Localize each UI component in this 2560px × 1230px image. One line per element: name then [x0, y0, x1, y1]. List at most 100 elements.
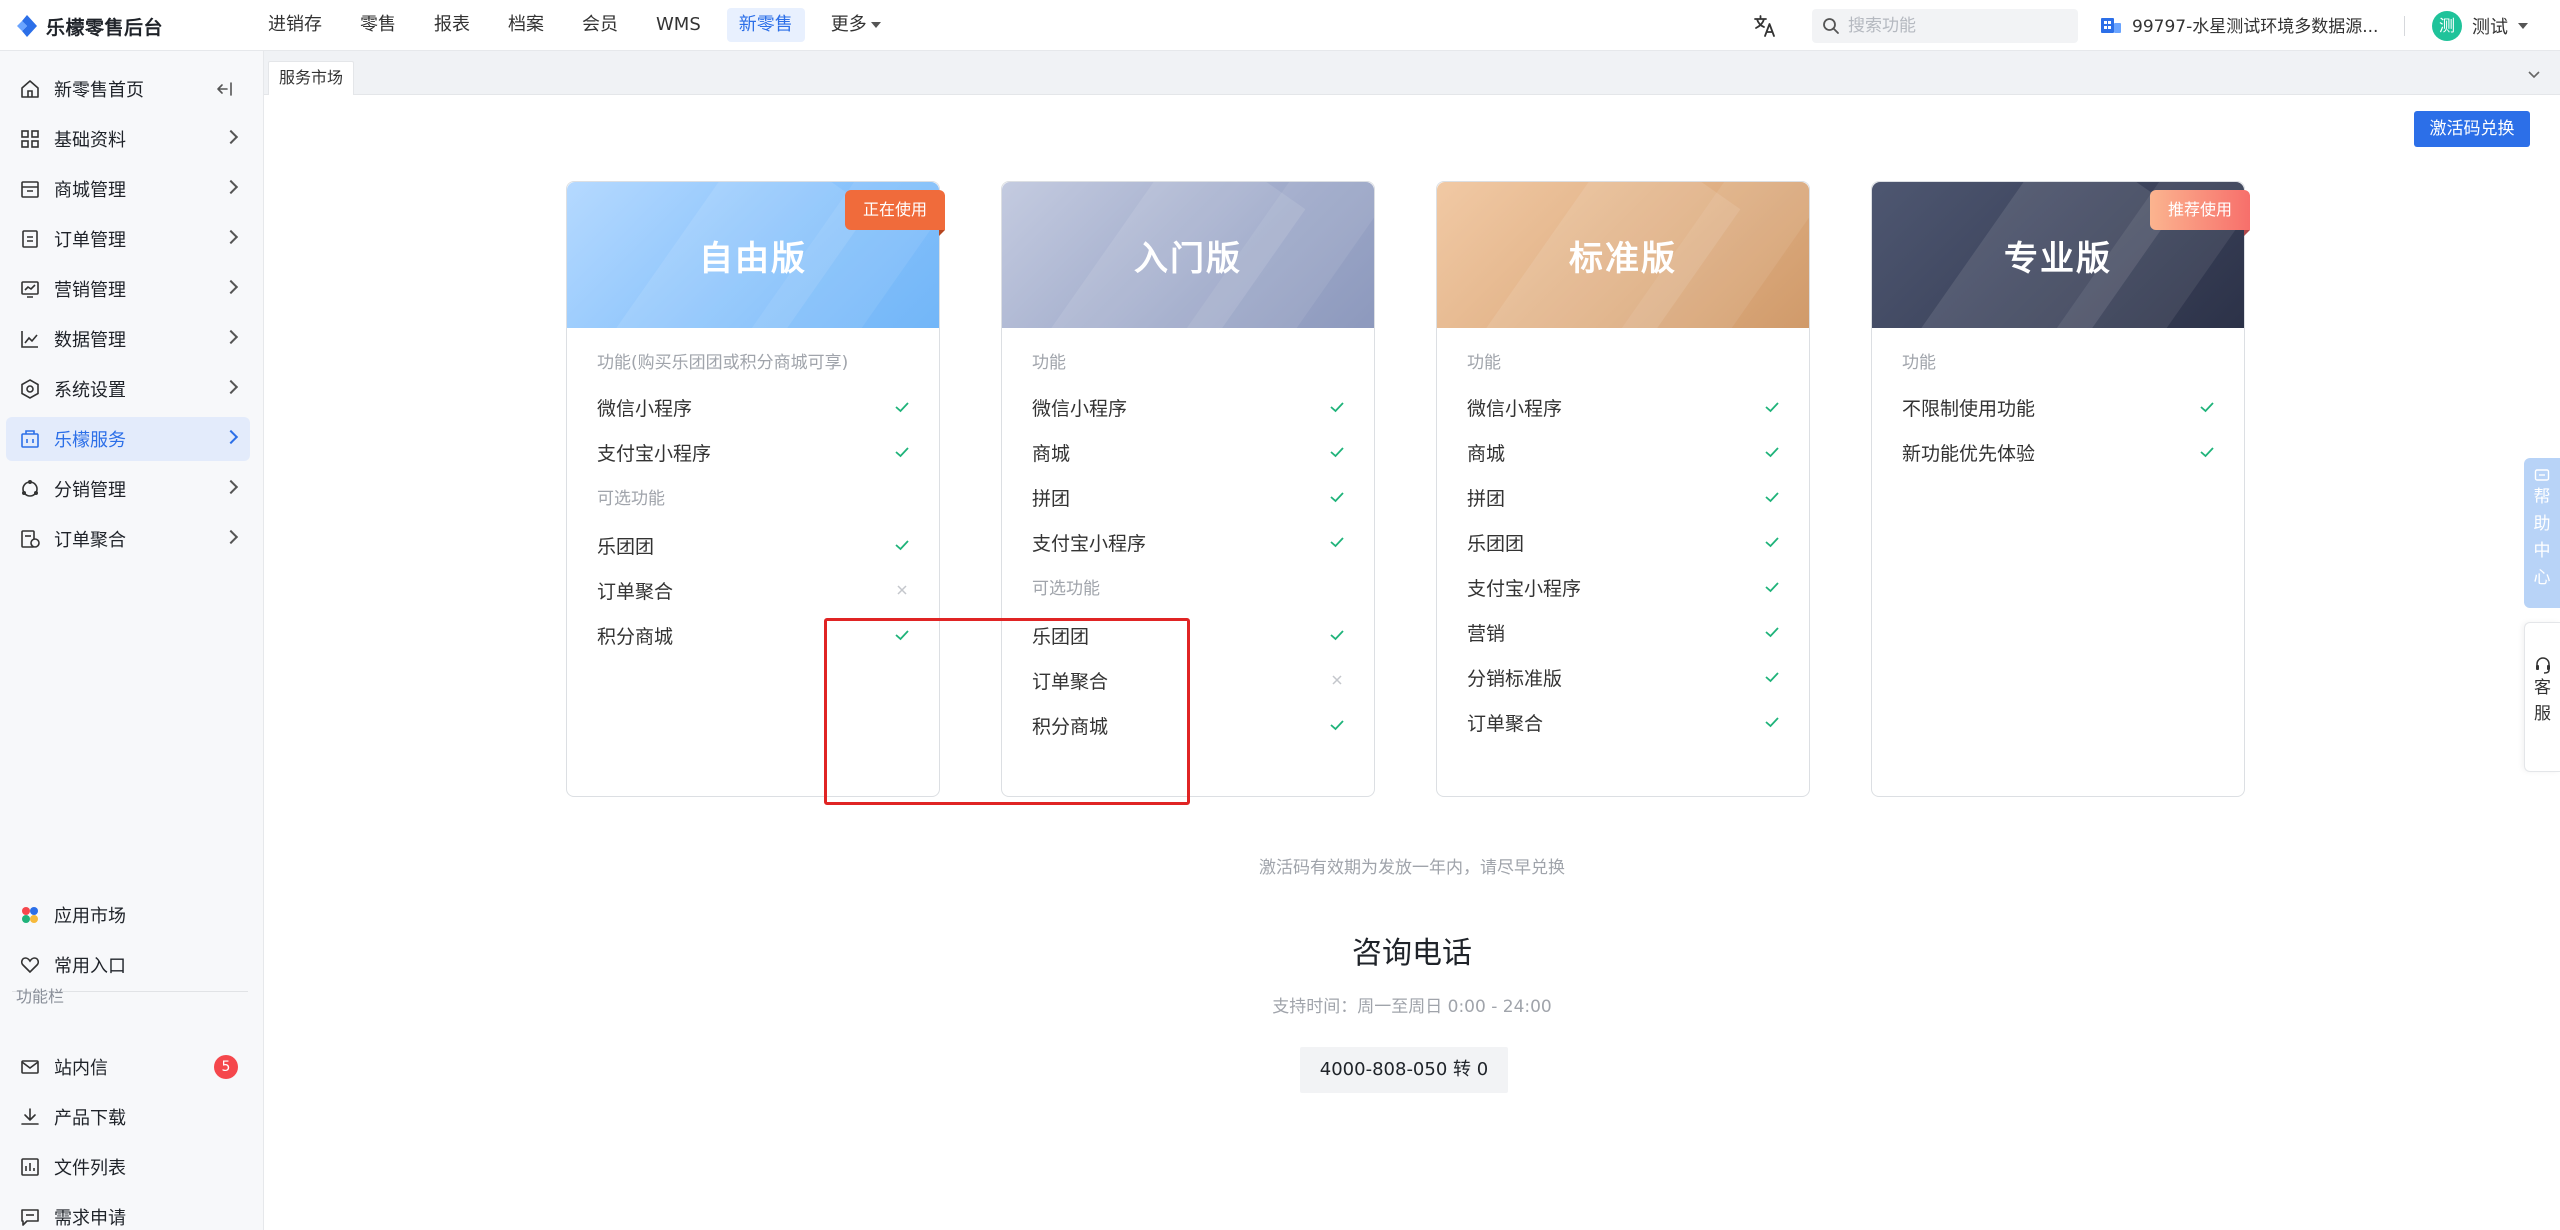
search-box[interactable]: [1812, 9, 2078, 43]
customer-service-tab[interactable]: 客 服: [2524, 622, 2560, 772]
feature-row: 订单聚合: [597, 575, 911, 605]
feature-row: 订单聚合: [1467, 707, 1781, 737]
collapse-sidebar-icon[interactable]: [214, 78, 236, 100]
check-icon: [1765, 402, 1779, 413]
plan-card-header: 入门版: [1002, 182, 1374, 328]
app-logo[interactable]: 乐檬零售后台: [16, 12, 163, 40]
feature-row: 支付宝小程序: [597, 437, 911, 467]
feature-name: 订单聚合: [1032, 671, 1109, 693]
help-char: 助: [2533, 514, 2551, 534]
app-market-icon: [18, 903, 42, 927]
chevron-right-icon: [223, 279, 239, 295]
translate-icon[interactable]: [1752, 13, 1778, 39]
feature-name: 微信小程序: [597, 398, 693, 420]
feature-section-label: 可选功能: [1032, 579, 1100, 599]
store-selector[interactable]: 99797-水星测试环境多数据源...: [2100, 12, 2378, 37]
store-icon: [2101, 17, 2121, 33]
sidebar-item-distribution[interactable]: 分销管理: [6, 467, 250, 511]
home-icon: [18, 77, 42, 101]
help-center-tab[interactable]: 帮 助 中 心: [2524, 458, 2560, 608]
feature-name: 乐团团: [1032, 626, 1090, 648]
service-char: 客: [2534, 678, 2551, 698]
check-icon: [1330, 402, 1344, 413]
check-icon: [1765, 447, 1779, 458]
sidebar-item-label: 数据管理: [54, 330, 126, 351]
feature-row: 拼团: [1467, 482, 1781, 512]
chevron-right-icon: [223, 429, 239, 445]
plan-card-entry: 入门版 功能 微信小程序 商城 拼团 支付宝小程序 可选功能 乐团团 订单聚合 …: [1001, 181, 1375, 797]
feature-row: 积分商城: [597, 620, 911, 650]
feature-row: 乐团团: [1032, 620, 1346, 650]
plan-title: 专业版: [2004, 238, 2112, 279]
sidebar-item-download[interactable]: 产品下载: [6, 1095, 250, 1139]
feature-name: 订单聚合: [1467, 713, 1544, 735]
sidebar-item-messages[interactable]: 站内信 5: [6, 1045, 250, 1089]
headset-icon: [2535, 657, 2550, 674]
nav-archive[interactable]: 档案: [496, 8, 556, 42]
sidebar-item-label: 分销管理: [54, 480, 126, 501]
sidebar-item-label: 乐檬服务: [54, 430, 126, 451]
sidebar-item-basic-data[interactable]: 基础资料: [6, 117, 250, 161]
feature-section-label: 可选功能: [597, 489, 665, 509]
chevron-right-icon: [223, 129, 239, 145]
phone-number[interactable]: 4000-808-050 转 0: [1300, 1047, 1508, 1093]
sidebar-item-file-list[interactable]: 文件列表: [6, 1145, 250, 1189]
user-menu[interactable]: 测 测试: [2432, 11, 2528, 41]
service-icon: [18, 427, 42, 451]
search-icon: [1823, 18, 1839, 34]
nav-new-retail[interactable]: 新零售: [726, 8, 805, 42]
sidebar-item-home[interactable]: 新零售首页: [6, 67, 250, 111]
feature-row: 营销: [1467, 617, 1781, 647]
sidebar-item-favorites[interactable]: 常用入口: [6, 943, 250, 987]
feature-name: 商城: [1467, 443, 1506, 465]
feature-row: 不限制使用功能: [1902, 392, 2216, 422]
feature-section-label: 功能(购买乐团团或积分商城可享): [597, 353, 849, 373]
check-icon: [1765, 672, 1779, 683]
sidebar-item-data[interactable]: 数据管理: [6, 317, 250, 361]
user-name: 测试: [2472, 17, 2508, 38]
help-char: 帮: [2533, 487, 2551, 507]
sidebar-item-app-market[interactable]: 应用市场: [6, 893, 250, 937]
tab-service-market[interactable]: 服务市场: [268, 61, 355, 95]
nav-more[interactable]: 更多: [819, 8, 893, 42]
heart-icon: [18, 953, 42, 977]
download-icon: [18, 1105, 42, 1129]
sidebar-item-request[interactable]: 需求申请: [6, 1195, 250, 1230]
sidebar-item-marketing[interactable]: 营销管理: [6, 267, 250, 311]
feature-name: 支付宝小程序: [1032, 533, 1147, 555]
feature-row: 拼团: [1032, 482, 1346, 512]
feature-name: 订单聚合: [597, 581, 674, 603]
nav-wms[interactable]: WMS: [644, 8, 713, 42]
feature-row: 订单聚合: [1032, 665, 1346, 695]
search-input[interactable]: [1848, 16, 2068, 36]
check-icon: [1765, 627, 1779, 638]
feature-row: 支付宝小程序: [1032, 527, 1346, 557]
redeem-note: 激活码有效期为发放一年内，请尽早兑换: [1259, 858, 1565, 878]
order-icon: [18, 227, 42, 251]
redeem-code-button[interactable]: 激活码兑换: [2414, 111, 2530, 147]
avatar: 测: [2432, 11, 2462, 41]
sidebar-item-settings[interactable]: 系统设置: [6, 367, 250, 411]
tab-dropdown[interactable]: [2522, 65, 2546, 85]
plan-title: 入门版: [1134, 238, 1242, 279]
sidebar-item-lemeng-service[interactable]: 乐檬服务: [6, 417, 250, 461]
chevron-down-icon: [2528, 71, 2540, 79]
file-list-icon: [18, 1155, 42, 1179]
feature-row: 微信小程序: [597, 392, 911, 422]
nav-reports[interactable]: 报表: [422, 8, 482, 42]
feature-name: 新功能优先体验: [1902, 443, 2036, 465]
feature-row: 商城: [1467, 437, 1781, 467]
sidebar-item-orders[interactable]: 订单管理: [6, 217, 250, 261]
feature-row: 新功能优先体验: [1902, 437, 2216, 467]
sidebar-item-mall[interactable]: 商城管理: [6, 167, 250, 211]
feature-name: 营销: [1467, 623, 1506, 645]
feature-row: 微信小程序: [1032, 392, 1346, 422]
nav-member[interactable]: 会员: [570, 8, 630, 42]
feature-section-label: 功能: [1467, 353, 1501, 373]
sidebar-item-label: 需求申请: [54, 1208, 126, 1229]
nav-retail[interactable]: 零售: [348, 8, 408, 42]
nav-jinxiaocun[interactable]: 进销存: [256, 8, 334, 42]
feature-name: 拼团: [1032, 488, 1071, 510]
sidebar-item-order-aggregate[interactable]: 订单聚合: [6, 517, 250, 561]
feature-row: 微信小程序: [1467, 392, 1781, 422]
